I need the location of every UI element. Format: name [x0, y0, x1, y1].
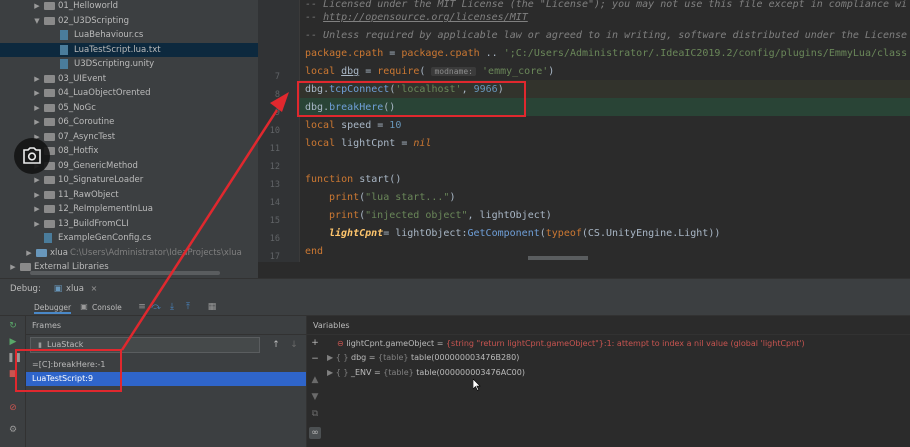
- annotation-arrow: [120, 92, 289, 351]
